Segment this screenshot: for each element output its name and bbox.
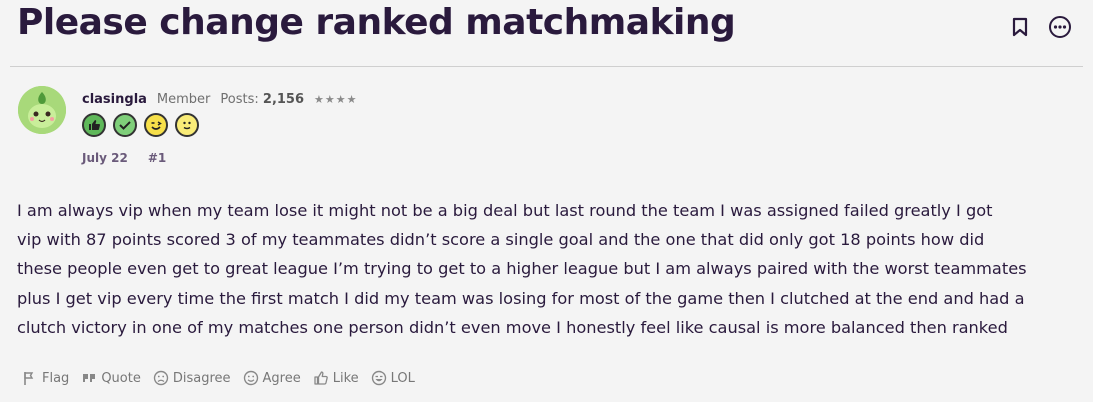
header-actions: [1007, 14, 1073, 40]
quote-icon: [83, 374, 96, 382]
flag-button[interactable]: Flag: [22, 370, 69, 386]
more-options-icon[interactable]: [1047, 14, 1073, 40]
post-date[interactable]: July 22: [82, 151, 128, 165]
lol-button[interactable]: LOL: [371, 370, 415, 386]
post-body-line: these people even get to great league I’…: [17, 259, 1027, 279]
like-button[interactable]: Like: [313, 370, 359, 386]
avatar[interactable]: [18, 86, 66, 134]
agree-icon: [243, 370, 258, 386]
post-body-line: I am always vip when my team lose it mig…: [17, 201, 993, 220]
disagree-icon: [153, 370, 169, 386]
reaction-bar: Flag Quote Disagree Agree Like LOL: [22, 370, 415, 386]
quote-button[interactable]: Quote: [81, 370, 141, 386]
smile-badge-icon[interactable]: [175, 113, 199, 137]
bookmark-icon[interactable]: [1007, 14, 1033, 40]
agree-button[interactable]: Agree: [243, 370, 301, 386]
flag-label: Flag: [42, 370, 70, 386]
thumbs-up-badge-icon[interactable]: [82, 113, 106, 137]
author-role: Member: [156, 92, 211, 107]
wink-badge-icon[interactable]: [144, 113, 168, 137]
quote-label: Quote: [101, 370, 141, 386]
post-info: July 22 #1: [82, 151, 166, 165]
post-body-line: clutch victory in one of my matches one …: [17, 317, 1008, 337]
flag-icon: [24, 372, 34, 385]
check-badge-icon[interactable]: [113, 113, 137, 137]
lol-label: LOL: [390, 370, 415, 386]
disagree-label: Disagree: [172, 370, 231, 386]
post-meta: clasingla Member Posts: 2,156 ★★★★: [82, 92, 357, 107]
like-label: Like: [332, 370, 359, 386]
post-body-line: plus I get vip every time the first matc…: [17, 288, 1025, 308]
disagree-button[interactable]: Disagree: [153, 370, 231, 386]
post-body: I am always vip when my team lose it mig…: [17, 196, 1077, 342]
post-count: Posts: 2,156: [220, 92, 304, 107]
post-body-line: vip with 87 points scored 3 of my teamma…: [17, 230, 985, 250]
posts-label: Posts:: [220, 92, 259, 107]
post-number[interactable]: #1: [148, 151, 166, 165]
badge-row: [82, 113, 199, 137]
agree-label: Agree: [262, 370, 301, 386]
author-name[interactable]: clasingla: [82, 92, 147, 107]
title-divider: [10, 66, 1083, 67]
thumbs-up-icon: [314, 371, 328, 385]
laugh-icon: [371, 370, 386, 386]
posts-count: 2,156: [262, 92, 305, 107]
rank-stars: ★★★★: [314, 93, 358, 106]
thread-title: Please change ranked matchmaking: [17, 2, 736, 43]
